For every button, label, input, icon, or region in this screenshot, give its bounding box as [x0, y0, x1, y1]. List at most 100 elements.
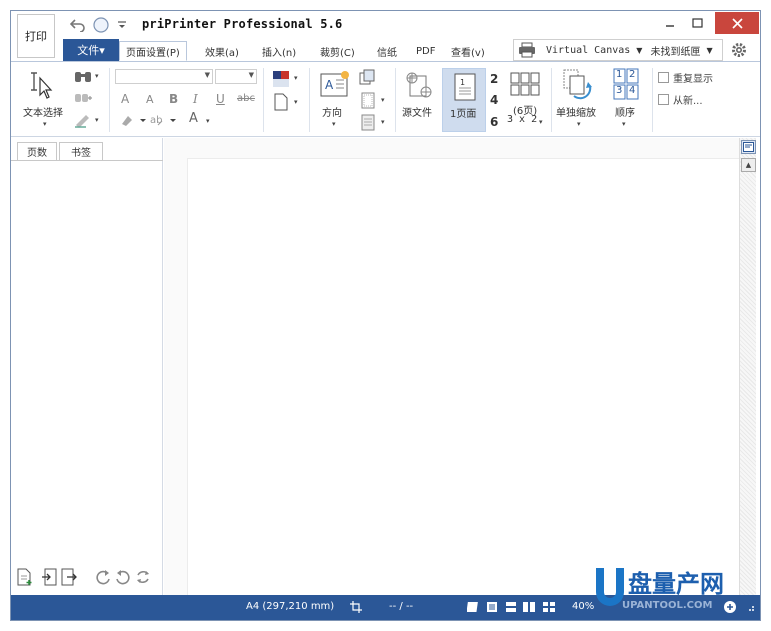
- vertical-scrollbar[interactable]: ▲: [739, 138, 756, 595]
- order-dropdown-icon[interactable]: ▾: [622, 120, 626, 128]
- find-dropdown-icon[interactable]: ▾: [95, 72, 99, 80]
- panel-toggle-icon[interactable]: [741, 140, 756, 154]
- order-number-1: 1: [616, 69, 623, 80]
- minimize-button[interactable]: [659, 12, 681, 34]
- font-name-combo[interactable]: ▼: [115, 69, 213, 84]
- grid-size-label[interactable]: 3 x 2: [507, 114, 537, 125]
- six-page-grid-icon[interactable]: [509, 70, 541, 98]
- text-select-dropdown-icon[interactable]: ▾: [43, 120, 47, 128]
- view-grid-icon[interactable]: [542, 600, 556, 614]
- four-pages-option[interactable]: 4: [490, 93, 498, 107]
- order-number-2: 2: [629, 69, 636, 80]
- maximize-button[interactable]: [686, 12, 708, 34]
- refresh-checkbox[interactable]: 从新...: [658, 92, 703, 107]
- close-button[interactable]: [715, 12, 759, 34]
- tab-crop[interactable]: 裁剪(C): [320, 41, 355, 61]
- shrink-font-button[interactable]: A: [146, 93, 154, 106]
- group-separator: [309, 68, 310, 132]
- text-color-icon[interactable]: [119, 112, 147, 128]
- circle-icon[interactable]: [91, 16, 111, 34]
- preview-canvas[interactable]: [164, 138, 739, 598]
- window-title: priPrinter Professional 5.6: [142, 17, 343, 31]
- font-size-combo[interactable]: ▼: [215, 69, 257, 84]
- tab-bookmarks[interactable]: 书签: [59, 142, 103, 161]
- page-counter[interactable]: -- / --: [389, 601, 413, 612]
- watermark-text-url: UPANTOOL.COM: [622, 600, 712, 611]
- tab-effects[interactable]: 效果(a): [205, 41, 239, 61]
- tab-file-label: 文件▾: [77, 44, 105, 57]
- view-single-icon[interactable]: [466, 600, 480, 614]
- grid-size-dropdown-icon[interactable]: ▾: [539, 118, 543, 126]
- printer-dropdown-icon[interactable]: ▼: [636, 46, 642, 55]
- color-palette-icon[interactable]: [271, 70, 291, 88]
- single-scale-icon[interactable]: [561, 68, 595, 100]
- tab-file[interactable]: 文件▾: [63, 39, 119, 61]
- preview-page: [187, 158, 739, 598]
- tab-letterhead[interactable]: 信纸: [377, 41, 397, 61]
- tab-view[interactable]: 查看(v): [451, 41, 485, 61]
- italic-button[interactable]: I: [193, 92, 198, 106]
- import-page-icon[interactable]: [41, 568, 57, 589]
- group-separator: [652, 68, 653, 132]
- export-page-icon[interactable]: [61, 568, 77, 589]
- tab-insert[interactable]: 插入(n): [262, 41, 296, 61]
- paper-tray[interactable]: 未找到纸匣: [650, 43, 700, 58]
- font-effects-dropdown-icon[interactable]: ▾: [206, 117, 210, 125]
- single-scale-dropdown-icon[interactable]: ▾: [577, 120, 581, 128]
- view-two-pages-icon[interactable]: [522, 600, 536, 614]
- view-page-icon[interactable]: [485, 600, 499, 614]
- highlight-icon[interactable]: [73, 112, 93, 128]
- refresh-pages-icon[interactable]: [135, 568, 151, 589]
- crop-icon[interactable]: [349, 600, 363, 614]
- margins-icon[interactable]: [359, 90, 377, 110]
- close-icon: [731, 17, 743, 29]
- checkbox-box: [658, 94, 669, 105]
- highlight-dropdown-icon[interactable]: ▾: [95, 116, 99, 124]
- view-continuous-icon[interactable]: [504, 600, 518, 614]
- rotate-right-icon[interactable]: [95, 568, 111, 589]
- single-scale-label[interactable]: 单独缩放: [556, 104, 596, 119]
- scroll-up-button[interactable]: ▲: [741, 158, 756, 172]
- bold-button[interactable]: B: [169, 92, 178, 106]
- spell-icon[interactable]: ab: [149, 112, 177, 128]
- underline-button[interactable]: U: [216, 92, 225, 106]
- source-file-label[interactable]: 源文件: [402, 104, 432, 119]
- gear-icon[interactable]: [729, 41, 749, 59]
- paper-tray-dropdown-icon[interactable]: ▼: [706, 46, 712, 55]
- binoculars-icon[interactable]: [73, 68, 93, 84]
- page-size-icon[interactable]: [359, 112, 377, 132]
- orientation-dropdown-icon[interactable]: ▾: [332, 120, 336, 128]
- tab-label: 查看(v): [451, 47, 485, 59]
- page-dropdown-icon[interactable]: ▾: [294, 98, 298, 106]
- order-label[interactable]: 顺序: [615, 104, 635, 119]
- orientation-label[interactable]: 方向: [322, 104, 342, 119]
- tab-label: PDF: [416, 45, 436, 57]
- page-icon[interactable]: [272, 92, 290, 112]
- orientation-icon[interactable]: A: [319, 70, 351, 98]
- add-page-icon[interactable]: [17, 568, 33, 589]
- six-pages-option[interactable]: 6: [490, 115, 498, 129]
- tab-pages[interactable]: 页数: [17, 142, 57, 161]
- repeat-display-label: 重复显示: [673, 74, 713, 85]
- undo-icon[interactable]: [69, 16, 87, 34]
- repeat-display-checkbox[interactable]: 重复显示: [658, 70, 713, 85]
- replace-icon[interactable]: [73, 90, 93, 106]
- font-effects-button[interactable]: A: [189, 111, 198, 126]
- customize-toolbar-icon[interactable]: [115, 16, 129, 34]
- grow-font-button[interactable]: A: [121, 92, 129, 106]
- copies-icon[interactable]: [357, 68, 377, 86]
- source-file-icon[interactable]: [403, 70, 435, 100]
- text-select-label[interactable]: 文本选择: [23, 104, 63, 119]
- text-select-icon[interactable]: [27, 70, 53, 100]
- tab-pdf[interactable]: PDF: [416, 41, 435, 61]
- printer-selector[interactable]: Virtual Canvas ▼ 未找到纸匣 ▼: [513, 39, 723, 61]
- color-dropdown-icon[interactable]: ▾: [294, 74, 298, 82]
- panel-toolbar: [17, 568, 151, 589]
- margins-dropdown-icon[interactable]: ▾: [381, 96, 385, 104]
- two-pages-option[interactable]: 2: [490, 72, 498, 86]
- strikethrough-button[interactable]: abc: [237, 93, 255, 104]
- page-size-dropdown-icon[interactable]: ▾: [381, 118, 385, 126]
- rotate-left-icon[interactable]: [115, 568, 131, 589]
- tab-page-setup[interactable]: 页面设置(P): [119, 41, 187, 61]
- one-page-button[interactable]: 1 1页面: [442, 68, 486, 132]
